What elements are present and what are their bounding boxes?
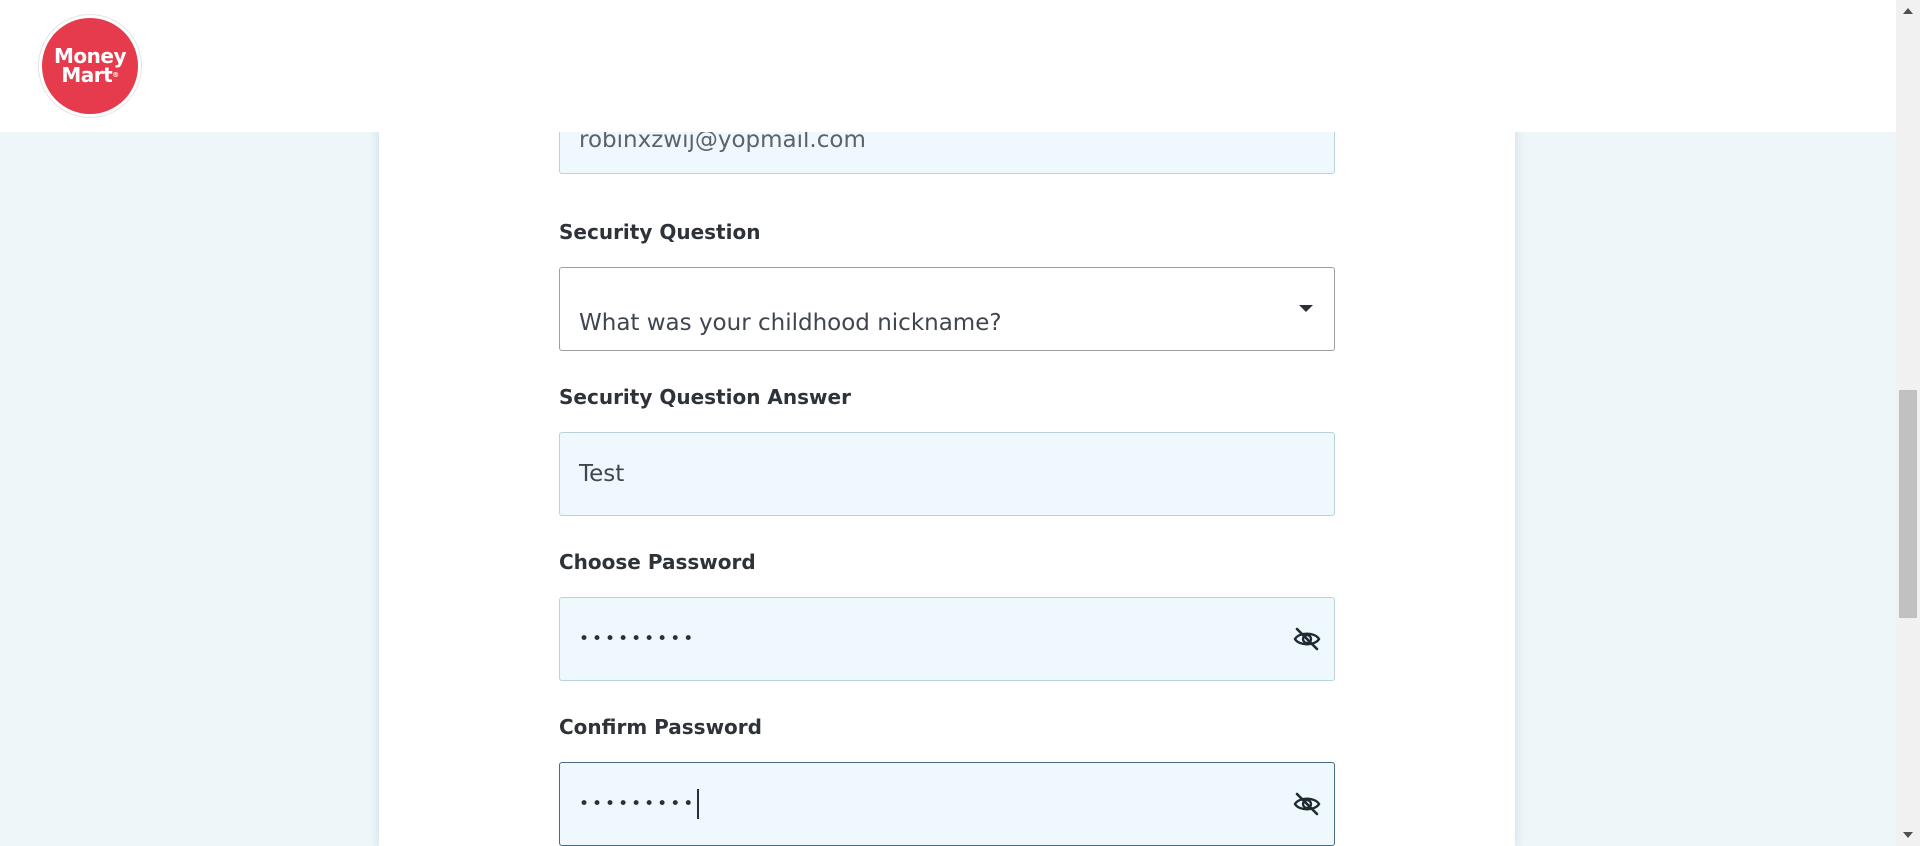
security-question-value: What was your childhood nickname? xyxy=(579,310,1002,336)
money-mart-logo[interactable]: Money Mart® xyxy=(42,18,138,114)
scroll-up-arrow-icon[interactable] xyxy=(1903,8,1913,14)
security-question-select[interactable]: What was your childhood nickname? xyxy=(559,267,1335,351)
logo-line-2: Mart® xyxy=(61,63,119,87)
choose-password-value: ••••••••• xyxy=(579,629,697,649)
security-answer-field[interactable]: Test xyxy=(559,432,1335,516)
choose-password-label: Choose Password xyxy=(559,550,756,574)
security-answer-value: Test xyxy=(579,461,625,487)
chevron-down-icon xyxy=(1299,305,1313,312)
security-answer-label: Security Question Answer xyxy=(559,385,851,409)
confirm-password-field[interactable]: ••••••••• xyxy=(559,762,1335,846)
scroll-down-arrow-icon[interactable] xyxy=(1903,832,1913,838)
site-header: Money Mart® xyxy=(0,0,1896,132)
eye-slash-icon[interactable] xyxy=(1292,626,1322,652)
scrollbar-thumb[interactable] xyxy=(1899,390,1917,618)
eye-slash-icon[interactable] xyxy=(1292,791,1322,817)
text-cursor xyxy=(697,789,700,819)
choose-password-field[interactable]: ••••••••• xyxy=(559,597,1335,681)
confirm-password-value: ••••••••• xyxy=(579,789,700,819)
vertical-scrollbar[interactable] xyxy=(1896,0,1920,846)
security-question-label: Security Question xyxy=(559,220,761,244)
confirm-password-label: Confirm Password xyxy=(559,715,762,739)
